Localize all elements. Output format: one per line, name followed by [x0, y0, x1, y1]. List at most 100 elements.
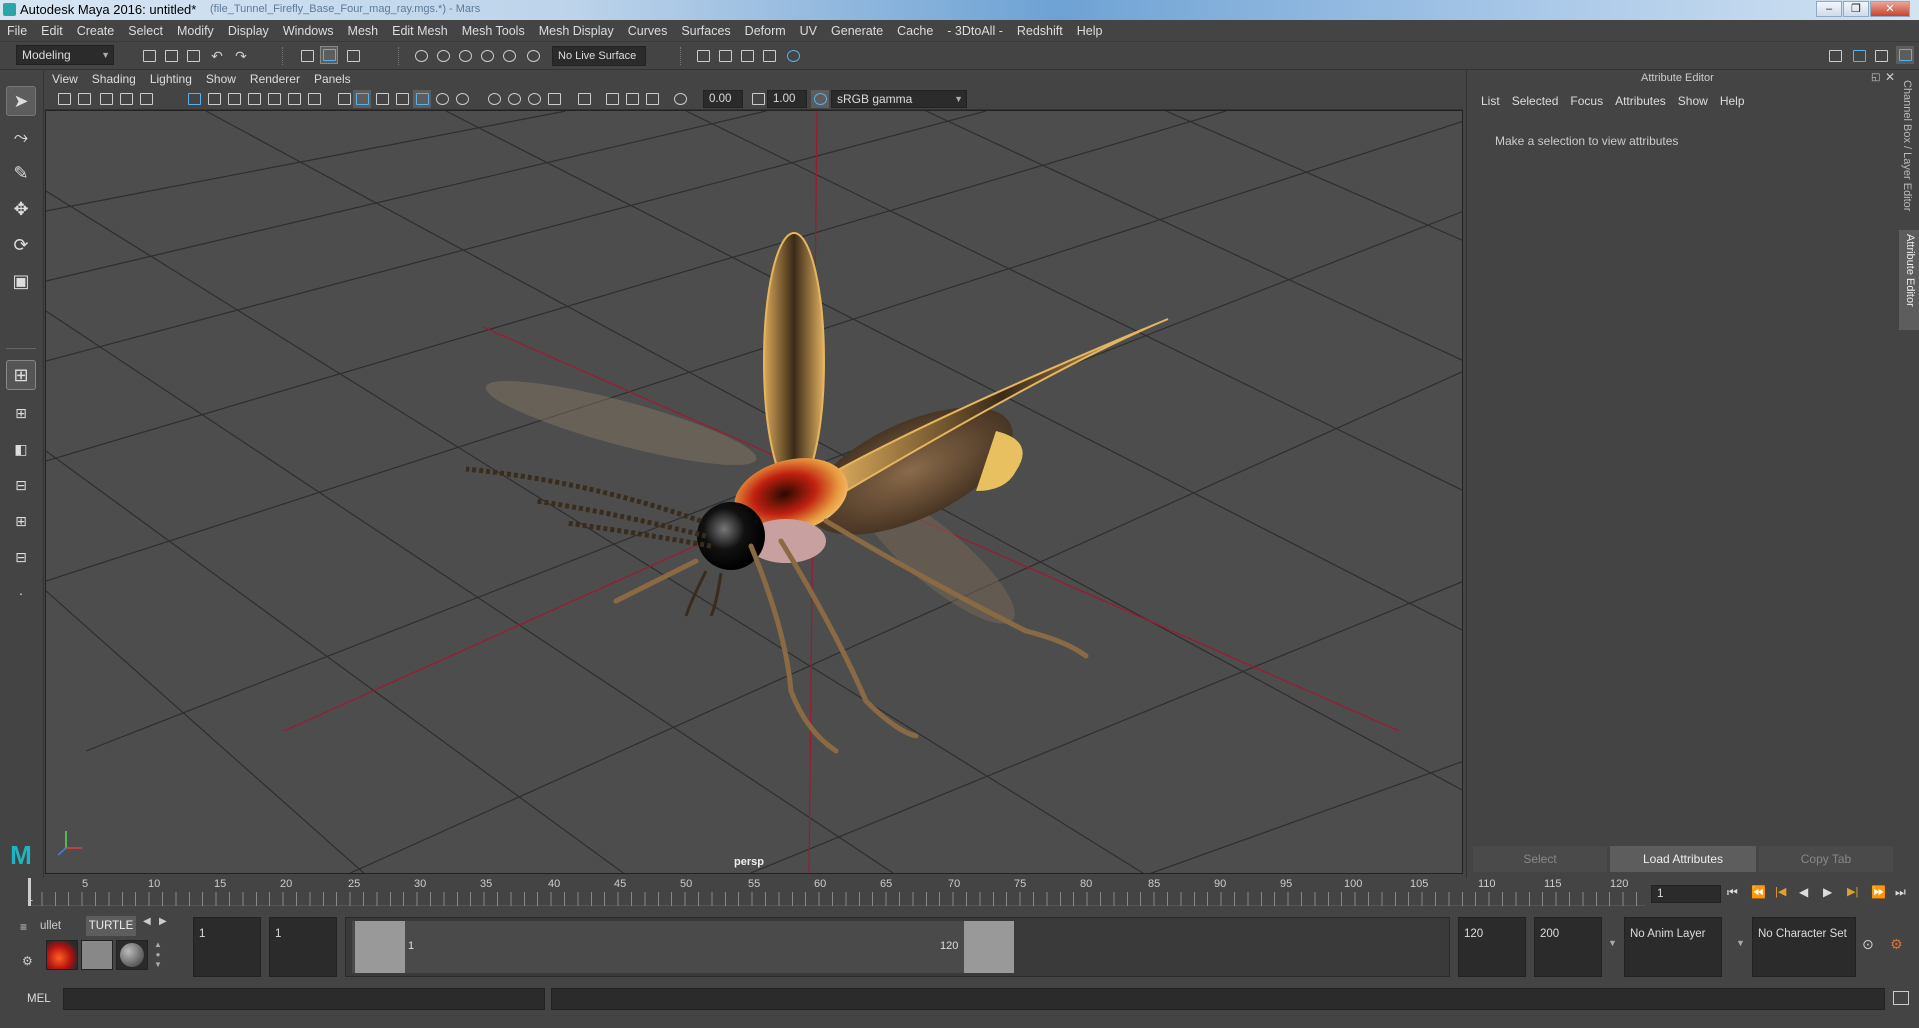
grid-toggle-icon[interactable] — [185, 90, 203, 108]
panel-menu-view[interactable]: View — [45, 70, 85, 88]
menu-file[interactable]: File — [0, 20, 34, 42]
grid-and-model-canvas[interactable] — [46, 111, 1463, 874]
current-frame-field[interactable]: 1 — [1651, 885, 1721, 903]
live-surface-field[interactable]: No Live Surface — [552, 46, 646, 66]
shelf-scroll-left-icon[interactable]: ◀ — [143, 916, 151, 927]
ipr-render-icon[interactable] — [738, 47, 756, 65]
menu-help[interactable]: Help — [1070, 20, 1110, 42]
color-management-icon[interactable] — [811, 90, 829, 108]
open-scene-icon[interactable] — [162, 47, 180, 65]
shelf-scrollbar[interactable]: ▲ ● ▼ — [152, 940, 164, 970]
current-frame-marker[interactable] — [28, 878, 31, 906]
multisample-aa-icon[interactable] — [525, 90, 543, 108]
menu-display[interactable]: Display — [221, 20, 276, 42]
goto-end-button[interactable]: ⏭ — [1895, 885, 1906, 900]
attribute-editor-tab[interactable]: Attribute Editor — [1899, 230, 1919, 330]
character-set-dropdown[interactable]: No Character Set — [1752, 917, 1856, 977]
hypershade-layout-icon[interactable]: ⊞ — [6, 506, 36, 536]
resolution-gate-icon[interactable] — [225, 90, 243, 108]
animation-preferences-icon[interactable]: ⚙ — [1890, 936, 1903, 953]
more-layouts-icon[interactable]: · — [6, 578, 36, 608]
close-panel-icon[interactable]: ✕ — [1885, 70, 1895, 84]
render-view-icon[interactable] — [694, 47, 712, 65]
menu-edit[interactable]: Edit — [34, 20, 70, 42]
menu-deform[interactable]: Deform — [738, 20, 793, 42]
snap-curve-icon[interactable] — [434, 47, 452, 65]
playback-start-field[interactable]: 1 — [269, 917, 337, 977]
snap-live-icon[interactable] — [500, 47, 518, 65]
xray-icon[interactable] — [413, 90, 431, 108]
menu-surfaces[interactable]: Surfaces — [674, 20, 737, 42]
anim-layer-dropdown[interactable]: No Anim Layer — [1624, 917, 1722, 977]
anim-layer-chevron-icon[interactable]: ▼ — [1608, 938, 1617, 948]
render-settings-icon[interactable] — [760, 47, 778, 65]
maximize-button[interactable]: ❐ — [1843, 1, 1869, 17]
menu-mesh[interactable]: Mesh — [341, 20, 386, 42]
redo-icon[interactable]: ↷ — [232, 47, 250, 65]
lasso-tool-icon[interactable]: ⤳ — [6, 122, 36, 152]
film-gate-icon[interactable] — [205, 90, 223, 108]
step-forward-frame-button[interactable]: ▶| — [1847, 885, 1858, 898]
isolate-components-icon[interactable] — [643, 90, 661, 108]
menu-3dtoall[interactable]: - 3DtoAll - — [940, 20, 1010, 42]
exposure-icon[interactable] — [671, 90, 689, 108]
gamma-field[interactable]: 1.00 — [767, 90, 807, 108]
persp-outliner-layout-icon[interactable]: ◧ — [6, 434, 36, 464]
range-slider-bar[interactable] — [352, 921, 1012, 973]
make-live-icon[interactable] — [524, 47, 542, 65]
view-transform-dropdown[interactable]: sRGB gamma ▼ — [831, 90, 967, 108]
step-back-frame-button[interactable]: |◀ — [1775, 885, 1786, 898]
panel-menu-panels[interactable]: Panels — [307, 70, 358, 88]
smooth-shade-icon[interactable] — [353, 90, 371, 108]
panel-menu-show[interactable]: Show — [199, 70, 243, 88]
modeling-toolkit-icon[interactable] — [1826, 47, 1844, 65]
image-plane-icon[interactable] — [117, 90, 135, 108]
float-panel-icon[interactable]: ◱ — [1871, 72, 1880, 83]
turtle-render-icon[interactable] — [46, 940, 78, 970]
menu-uv[interactable]: UV — [793, 20, 824, 42]
perspective-viewport[interactable]: persp — [45, 110, 1463, 874]
xray-joints-icon[interactable] — [603, 90, 621, 108]
character-set-chevron-icon[interactable]: ▼ — [1736, 938, 1745, 948]
panel-menu-renderer[interactable]: Renderer — [243, 70, 307, 88]
safe-action-icon[interactable] — [285, 90, 303, 108]
render-frame-icon[interactable] — [716, 47, 734, 65]
camera-icon[interactable] — [55, 90, 73, 108]
range-end-handle[interactable] — [964, 921, 1014, 973]
shelf-scroll-right-icon[interactable]: ▶ — [159, 916, 167, 927]
turtle-baking-icon[interactable] — [81, 940, 113, 970]
select-tool-icon[interactable]: ➤ — [6, 86, 36, 116]
menu-windows[interactable]: Windows — [276, 20, 341, 42]
script-editor-icon[interactable] — [1893, 991, 1909, 1005]
exposure-field[interactable]: 0.00 — [703, 90, 743, 108]
2d-pan-zoom-icon[interactable] — [137, 90, 155, 108]
menu-mesh-tools[interactable]: Mesh Tools — [455, 20, 532, 42]
tool-settings-toggle-icon[interactable] — [1896, 46, 1914, 64]
firefly-model[interactable] — [465, 232, 1169, 754]
end-time-field[interactable]: 200 — [1534, 917, 1602, 977]
menu-cache[interactable]: Cache — [890, 20, 940, 42]
camera-attributes-icon[interactable] — [75, 90, 93, 108]
paint-select-tool-icon[interactable]: ✎ — [6, 158, 36, 188]
isolate-select-icon[interactable] — [575, 90, 593, 108]
single-perspective-layout-icon[interactable]: ⊞ — [6, 360, 36, 390]
menu-create[interactable]: Create — [70, 20, 122, 42]
time-slider-track[interactable]: 1 5 10 15 20 25 30 35 40 45 50 55 60 65 … — [27, 878, 1645, 906]
snap-view-plane-icon[interactable] — [478, 47, 496, 65]
copy-tab-button[interactable]: Copy Tab — [1759, 846, 1893, 872]
shelf-menu-icon[interactable]: ≡ — [20, 920, 27, 934]
ae-menu-help[interactable]: Help — [1714, 94, 1751, 108]
field-chart-icon[interactable] — [265, 90, 283, 108]
textured-icon[interactable] — [393, 90, 411, 108]
shelf-tab-bullet[interactable]: ullet — [40, 916, 82, 936]
move-tool-icon[interactable]: ✥ — [6, 194, 36, 224]
menu-curves[interactable]: Curves — [621, 20, 675, 42]
select-object-icon[interactable] — [320, 46, 338, 64]
play-forward-button[interactable]: ▶ — [1823, 885, 1832, 899]
gamma-icon[interactable] — [749, 90, 767, 108]
rotate-tool-icon[interactable]: ⟳ — [6, 230, 36, 260]
panel-menu-lighting[interactable]: Lighting — [143, 70, 199, 88]
channel-box-tab[interactable]: Channel Box / Layer Editor — [1901, 80, 1913, 230]
wireframe-icon[interactable] — [335, 90, 353, 108]
range-start-handle[interactable] — [355, 921, 405, 973]
